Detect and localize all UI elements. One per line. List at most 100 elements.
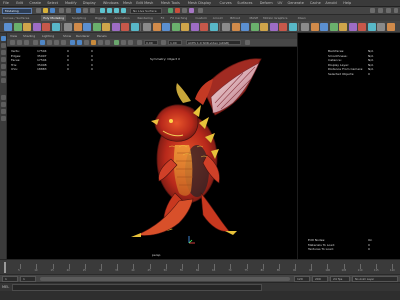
xray-joints-icon[interactable]: [128, 40, 133, 45]
shelf-tool-icon[interactable]: [329, 23, 338, 31]
snap-view-icon[interactable]: [121, 8, 126, 13]
color-management-icon[interactable]: [245, 40, 250, 45]
resolution-gate-icon[interactable]: [54, 40, 59, 45]
color-space-dropdown[interactable]: ACES 1.0 SDR-video (sRGB): [186, 40, 241, 45]
shelf-tool-icon[interactable]: [269, 23, 278, 31]
menu-set-dropdown[interactable]: Modeling: [2, 8, 32, 14]
use-all-lights-icon[interactable]: [98, 40, 103, 45]
menu-edit-mesh[interactable]: Edit Mesh: [136, 0, 153, 7]
snap-grid-icon[interactable]: [100, 8, 105, 13]
select-tool-icon[interactable]: [1, 36, 6, 41]
new-scene-icon[interactable]: [36, 8, 41, 13]
wireframe-icon[interactable]: [70, 40, 75, 45]
smooth-shade-icon[interactable]: [77, 40, 82, 45]
modeling-toolkit-icon[interactable]: [370, 8, 375, 13]
select-object-icon[interactable]: [83, 8, 88, 13]
shelf-tool-icon[interactable]: [4, 23, 12, 31]
menu-modify[interactable]: Modify: [65, 0, 77, 7]
select-hierarchy-icon[interactable]: [76, 8, 81, 13]
shelf-tool-icon[interactable]: [339, 23, 347, 31]
select-camera-icon[interactable]: [10, 40, 15, 45]
exposure-icon[interactable]: [137, 40, 142, 45]
shelf-tool-icon[interactable]: [288, 23, 297, 31]
shelf-tool-icon[interactable]: [130, 23, 139, 31]
render-current-frame-icon[interactable]: [168, 8, 173, 13]
grid-icon[interactable]: [40, 40, 45, 45]
shelf-tool-icon[interactable]: [152, 23, 161, 31]
paint-select-icon[interactable]: [1, 50, 6, 55]
shelf-tool-icon[interactable]: [190, 23, 199, 31]
attribute-editor-icon[interactable]: [378, 8, 383, 13]
menu-select[interactable]: Select: [47, 0, 58, 7]
shelf-tool-icon[interactable]: [377, 23, 385, 31]
shelf-tool-icon[interactable]: [143, 23, 151, 31]
outliner-pane-icon[interactable]: [1, 109, 6, 114]
textured-icon[interactable]: [91, 40, 96, 45]
gamma-field[interactable]: 1.00: [168, 40, 182, 45]
menu-mesh-tools[interactable]: Mesh Tools: [161, 0, 180, 7]
render-settings-icon[interactable]: [182, 8, 187, 13]
menu-curves[interactable]: Curves: [220, 0, 232, 7]
graph-pane-icon[interactable]: [1, 116, 6, 121]
arnold-render-icon[interactable]: [198, 8, 203, 13]
range-slider[interactable]: [40, 277, 290, 281]
select-component-icon[interactable]: [90, 8, 95, 13]
shelf-tool-icon[interactable]: [64, 23, 72, 31]
exposure-field[interactable]: 0.00: [144, 40, 158, 45]
shelf-tool-icon[interactable]: [92, 23, 101, 31]
shelf-tool-icon[interactable]: [301, 23, 309, 31]
image-plane-icon[interactable]: [33, 40, 38, 45]
shelf-tool-icon[interactable]: [102, 23, 110, 31]
gate-mask-icon[interactable]: [61, 40, 66, 45]
menu-uv[interactable]: UV: [278, 0, 283, 7]
xray-icon[interactable]: [121, 40, 126, 45]
channel-box-icon[interactable]: [394, 8, 398, 13]
menu-edit[interactable]: Edit: [16, 0, 23, 7]
shelf-tool-icon[interactable]: [111, 23, 120, 31]
shelf-tool-icon[interactable]: [83, 23, 91, 31]
shelf-tool-icon[interactable]: [386, 23, 395, 31]
tool-settings-icon[interactable]: [386, 8, 391, 13]
viewport-persp[interactable]: Verts: 17504 0 0 Edges: 35007 0 0 Faces: 17504 0 0 T…: [7, 47, 297, 259]
shelf-tool-icon[interactable]: [358, 23, 366, 31]
shelf-tool-icon[interactable]: [73, 23, 82, 31]
shelf-tool-icon[interactable]: [32, 23, 41, 31]
shelf-tool-icon[interactable]: [260, 23, 268, 31]
menu-arnold[interactable]: Arnold: [325, 0, 336, 7]
menu-display[interactable]: Display: [83, 0, 96, 7]
scale-tool-icon[interactable]: [1, 71, 6, 76]
menu-surfaces[interactable]: Surfaces: [237, 0, 252, 7]
menu-mesh-display[interactable]: Mesh Display: [188, 0, 211, 7]
shelf-tool-icon[interactable]: [241, 23, 249, 31]
menu-cache[interactable]: Cache: [310, 0, 321, 7]
dragon-model[interactable]: [7, 47, 297, 259]
open-scene-icon[interactable]: [43, 8, 48, 13]
snap-curve-icon[interactable]: [107, 8, 112, 13]
wireframe-on-shaded-icon[interactable]: [84, 40, 89, 45]
bookmark-icon[interactable]: [24, 40, 29, 45]
isolate-select-icon[interactable]: [114, 40, 119, 45]
menu-mesh[interactable]: Mesh: [123, 0, 132, 7]
last-tool-icon[interactable]: [1, 78, 6, 83]
menu-windows[interactable]: Windows: [103, 0, 119, 7]
snap-point-icon[interactable]: [114, 8, 119, 13]
shelf-tool-icon[interactable]: [310, 23, 319, 31]
shelf-tool-icon[interactable]: [320, 23, 328, 31]
film-gate-icon[interactable]: [47, 40, 52, 45]
menu-create[interactable]: Create: [29, 0, 41, 7]
single-pane-icon[interactable]: [1, 95, 6, 100]
shelf-tool-icon[interactable]: [121, 23, 129, 31]
shelf-tool-icon[interactable]: [250, 23, 259, 31]
shelf-tool-icon[interactable]: [367, 23, 376, 31]
undo-icon[interactable]: [59, 8, 64, 13]
shelf-tool-icon[interactable]: [348, 23, 357, 31]
shelf-tool-icon[interactable]: [171, 23, 180, 31]
shadows-icon[interactable]: [105, 40, 110, 45]
menu-generate[interactable]: Generate: [288, 0, 304, 7]
menu-deform[interactable]: Deform: [260, 0, 273, 7]
shelf-tool-icon[interactable]: [231, 23, 240, 31]
lasso-tool-icon[interactable]: [1, 43, 6, 48]
four-pane-icon[interactable]: [1, 102, 6, 107]
move-tool-icon[interactable]: [1, 57, 6, 62]
gamma-icon[interactable]: [161, 40, 166, 45]
